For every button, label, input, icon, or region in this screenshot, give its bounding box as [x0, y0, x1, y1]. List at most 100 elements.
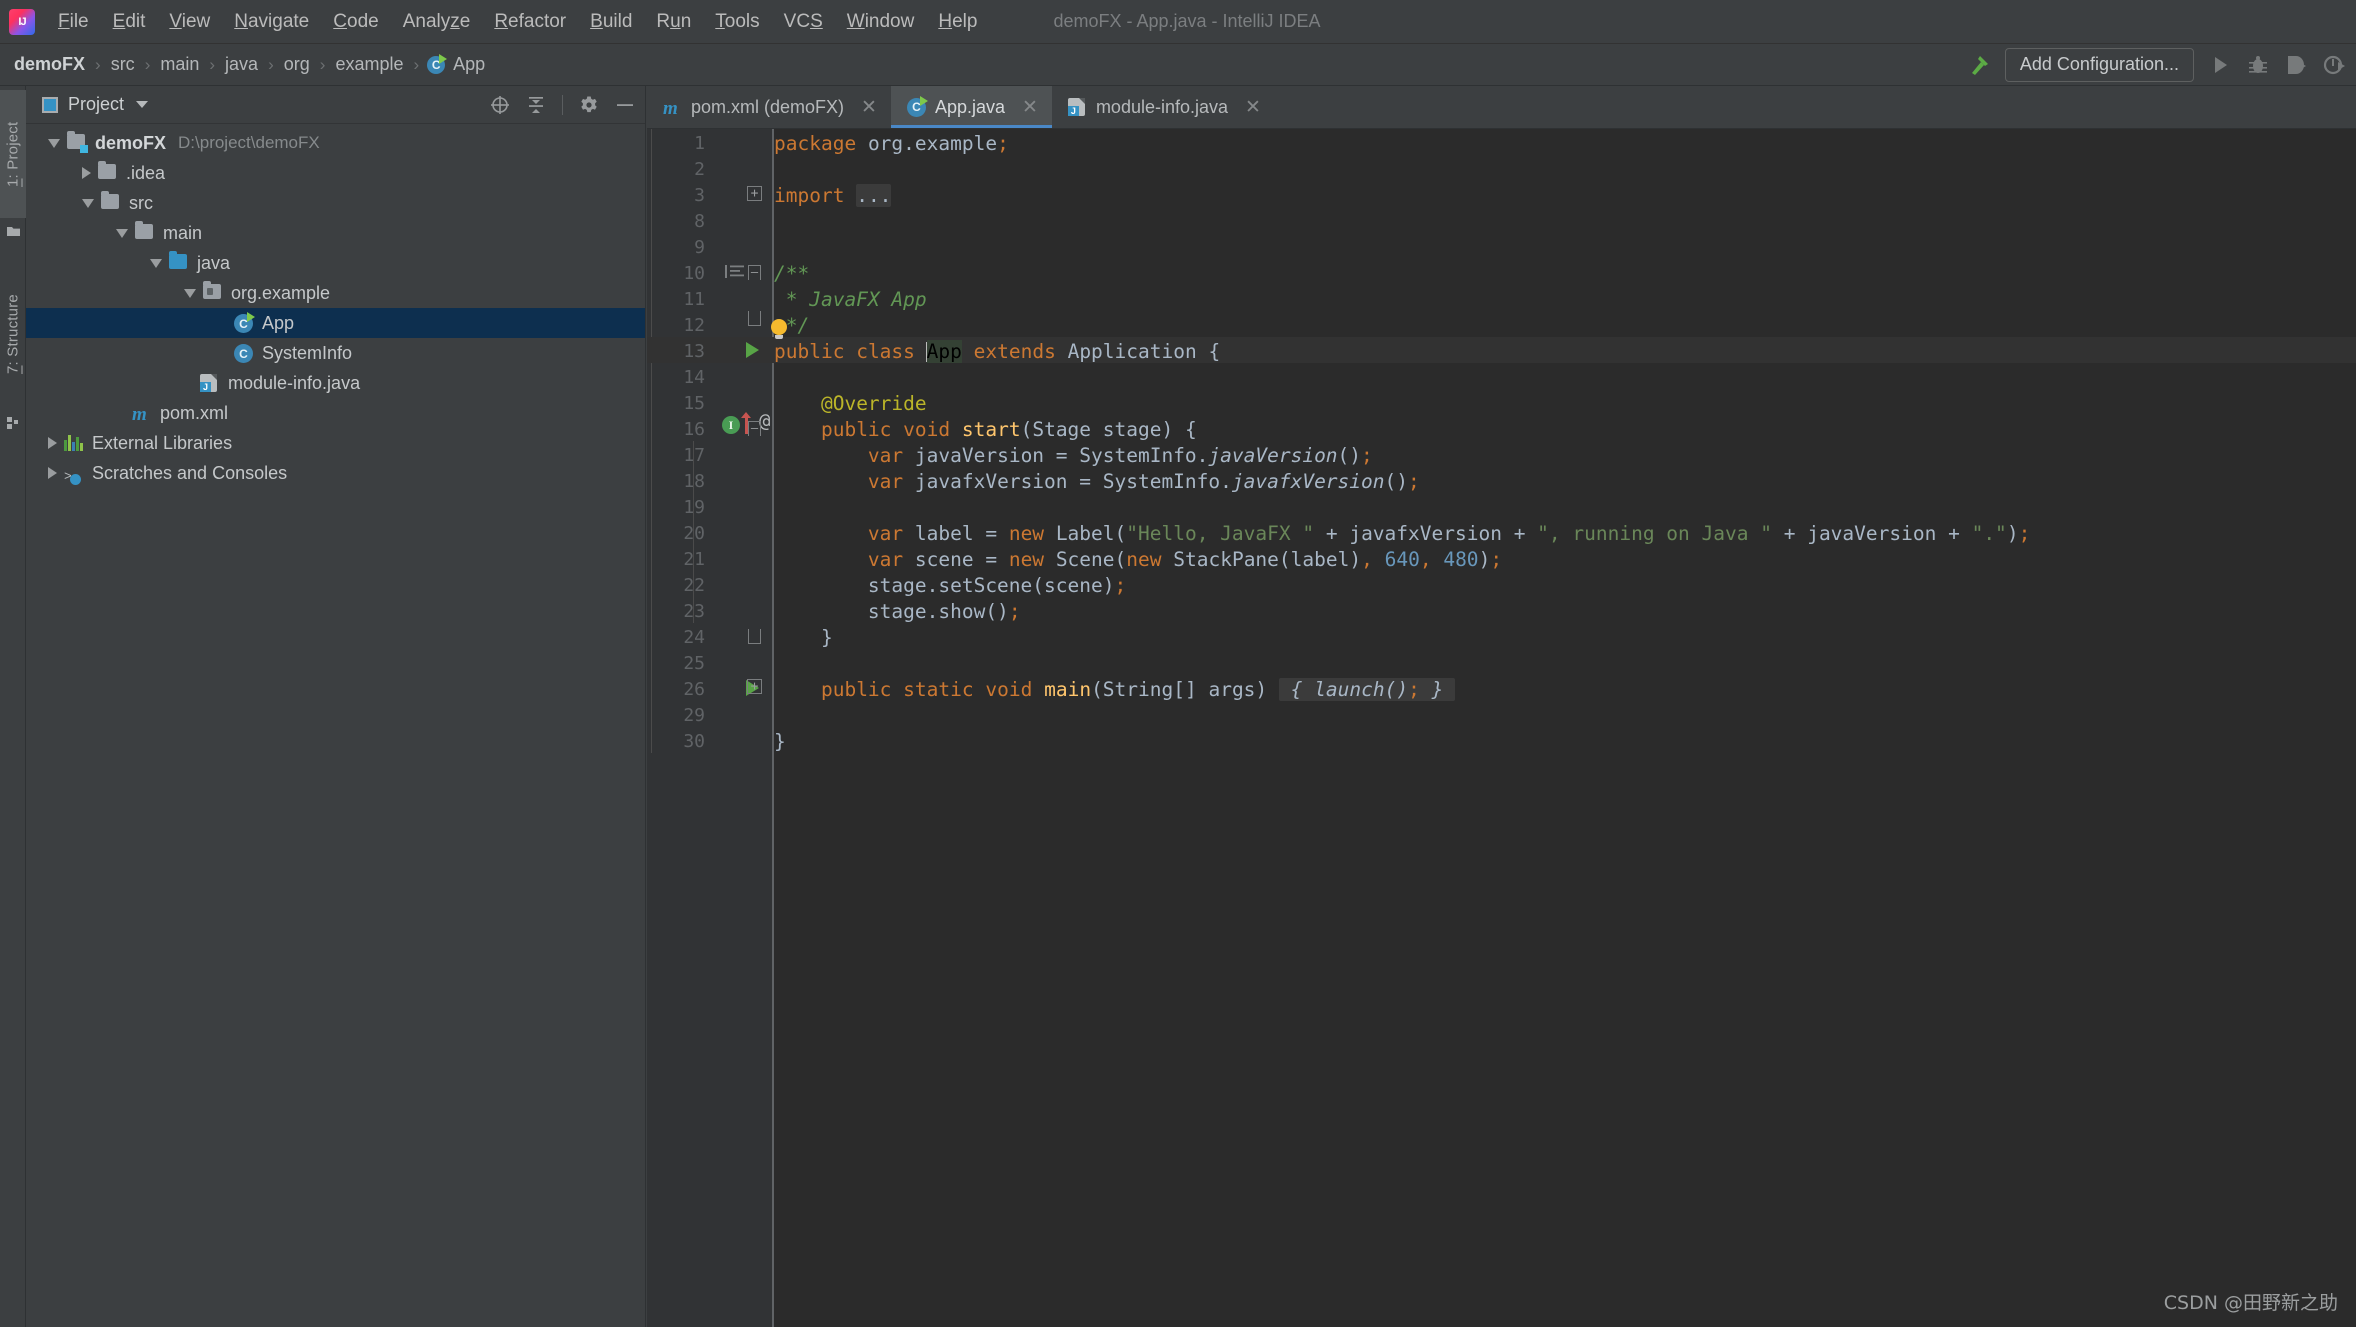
code-line[interactable]: import ... [774, 183, 2356, 209]
tree-item[interactable]: src [26, 188, 645, 218]
breadcrumb-item-src[interactable]: src [109, 54, 137, 75]
fold-expand-icon-main[interactable]: + [747, 679, 762, 694]
menu-code[interactable]: Code [321, 8, 390, 36]
breadcrumb-item-app[interactable]: App [451, 54, 487, 75]
run-class-icon[interactable] [746, 342, 759, 358]
watermark: CSDN @田野新之助 [2163, 1292, 2338, 1314]
tree-item[interactable]: >_ Scratches and Consoles [26, 458, 645, 488]
breadcrumb-item-main[interactable]: main [158, 54, 201, 75]
sidebar-item-structure[interactable]: 7: Structure [0, 258, 26, 410]
tree-item[interactable]: .idea [26, 158, 645, 188]
tree-item[interactable]: org.example [26, 278, 645, 308]
target-crosshair-icon[interactable] [490, 95, 510, 115]
tree-twisty-closed-icon[interactable] [48, 467, 57, 479]
minus-icon[interactable] [615, 95, 635, 115]
bug-icon[interactable] [2246, 53, 2270, 77]
tree-twisty-closed-icon[interactable] [48, 437, 57, 449]
code-line[interactable]: } [774, 625, 2356, 651]
tree-twisty-open-icon[interactable] [184, 288, 196, 298]
tree-item[interactable]: module-info.java [26, 368, 645, 398]
breadcrumb-item-demofx[interactable]: demoFX [12, 54, 87, 75]
code-editor[interactable]: 1 2 3 8 9 10 11 12 13 14 15 16 17 18 19 20 21 22 23 24 25 26 2… [647, 129, 2356, 1327]
line-number: 9 [694, 237, 705, 258]
code-line[interactable]: stage.show(); [774, 599, 2356, 625]
editor-tab[interactable]: m pom.xml (demoFX) ✕ [647, 86, 891, 128]
sidebar-item-project[interactable]: 1: Project [0, 90, 26, 218]
gear-icon[interactable] [579, 95, 599, 115]
play-icon[interactable] [2208, 53, 2232, 77]
tree-twisty-closed-icon[interactable] [82, 167, 91, 179]
coverage-icon[interactable] [2284, 53, 2308, 77]
editor-tab[interactable]: App.java ✕ [890, 86, 1052, 128]
module-folder-icon [67, 134, 87, 152]
code-line[interactable] [774, 495, 2356, 521]
menu-tools[interactable]: Tools [703, 8, 771, 36]
code-line[interactable] [774, 651, 2356, 677]
code-line[interactable]: var javafxVersion = SystemInfo.javafxVer… [774, 469, 2356, 495]
tree-item[interactable]: External Libraries [26, 428, 645, 458]
code-line[interactable]: } [774, 729, 2356, 755]
tree-twisty-open-icon[interactable] [150, 258, 162, 268]
close-icon[interactable]: ✕ [1245, 98, 1261, 117]
profiler-icon[interactable] [2322, 53, 2346, 77]
menu-view[interactable]: View [157, 8, 222, 36]
chevron-down-icon[interactable] [136, 101, 149, 108]
line-number: 1 [694, 133, 705, 154]
close-icon[interactable]: ✕ [861, 98, 877, 117]
code-line[interactable] [774, 235, 2356, 261]
folded-method-body-placeholder[interactable]: { launch(); } [1278, 678, 1456, 701]
source-code[interactable]: package org.example; import ... /** * Java… [774, 129, 2356, 1327]
code-line[interactable]: stage.setScene(scene); [774, 573, 2356, 599]
code-line[interactable]: var scene = new Scene(new StackPane(labe… [774, 547, 2356, 573]
code-line[interactable]: public static void main(String[] args) {… [774, 677, 2356, 703]
code-line[interactable] [774, 157, 2356, 183]
tree-item[interactable]: main [26, 218, 645, 248]
tree-twisty-open-icon[interactable] [48, 138, 60, 148]
tree-twisty-open-icon[interactable] [82, 198, 94, 208]
breadcrumb-item-example[interactable]: example [333, 54, 405, 75]
code-line[interactable] [774, 365, 2356, 391]
code-line[interactable]: public void start(Stage stage) { [774, 417, 2356, 443]
close-icon[interactable]: ✕ [1022, 98, 1038, 117]
code-line[interactable]: var label = new Label("Hello, JavaFX " +… [774, 521, 2356, 547]
run-configuration-selector[interactable]: Add Configuration... [2004, 48, 2194, 82]
fold-collapse-end-icon-javadoc[interactable] [748, 311, 761, 326]
tree-item[interactable]: m pom.xml [26, 398, 645, 428]
fold-collapse-icon-method[interactable]: – [748, 421, 761, 436]
fold-collapse-icon-javadoc[interactable]: – [748, 265, 761, 280]
collapse-all-icon[interactable] [526, 95, 546, 115]
hammer-build-icon[interactable] [1967, 53, 1991, 77]
code-line[interactable]: */ [774, 313, 2356, 339]
line-number: 10 [683, 263, 705, 284]
menu-run[interactable]: Run [644, 8, 703, 36]
code-line[interactable]: @Override [774, 391, 2356, 417]
fold-expand-icon-import[interactable]: + [747, 186, 762, 201]
folded-imports-placeholder[interactable]: ... [856, 184, 892, 207]
code-line[interactable]: public class App extends Application { [774, 339, 2356, 365]
tree-item[interactable]: java [26, 248, 645, 278]
breadcrumb-item-java[interactable]: java [223, 54, 260, 75]
menu-build[interactable]: Build [578, 8, 644, 36]
code-line[interactable]: * JavaFX App [774, 287, 2356, 313]
tree-item[interactable]: demoFX D:\project\demoFX [26, 128, 645, 158]
menu-refactor[interactable]: Refactor [482, 8, 578, 36]
menu-navigate[interactable]: Navigate [222, 8, 321, 36]
menu-window[interactable]: Window [835, 8, 927, 36]
overriding-method-icon[interactable]: I [722, 416, 740, 434]
code-line[interactable] [774, 209, 2356, 235]
code-line[interactable]: package org.example; [774, 131, 2356, 157]
code-line[interactable] [774, 703, 2356, 729]
tree-item[interactable]: App [26, 308, 645, 338]
menu-help[interactable]: Help [926, 8, 989, 36]
breadcrumb-item-org[interactable]: org [282, 54, 312, 75]
editor-tab[interactable]: module-info.java ✕ [1052, 86, 1275, 128]
tree-twisty-open-icon[interactable] [116, 228, 128, 238]
menu-vcs[interactable]: VCS [772, 8, 835, 36]
code-line[interactable]: /** [774, 261, 2356, 287]
menu-edit[interactable]: Edit [101, 8, 158, 36]
tree-item[interactable]: SystemInfo [26, 338, 645, 368]
menu-analyze[interactable]: Analyze [391, 8, 483, 36]
menu-file[interactable]: File [46, 8, 101, 36]
code-line[interactable]: var javaVersion = SystemInfo.javaVersion… [774, 443, 2356, 469]
fold-collapse-end-icon-method[interactable] [748, 629, 761, 644]
